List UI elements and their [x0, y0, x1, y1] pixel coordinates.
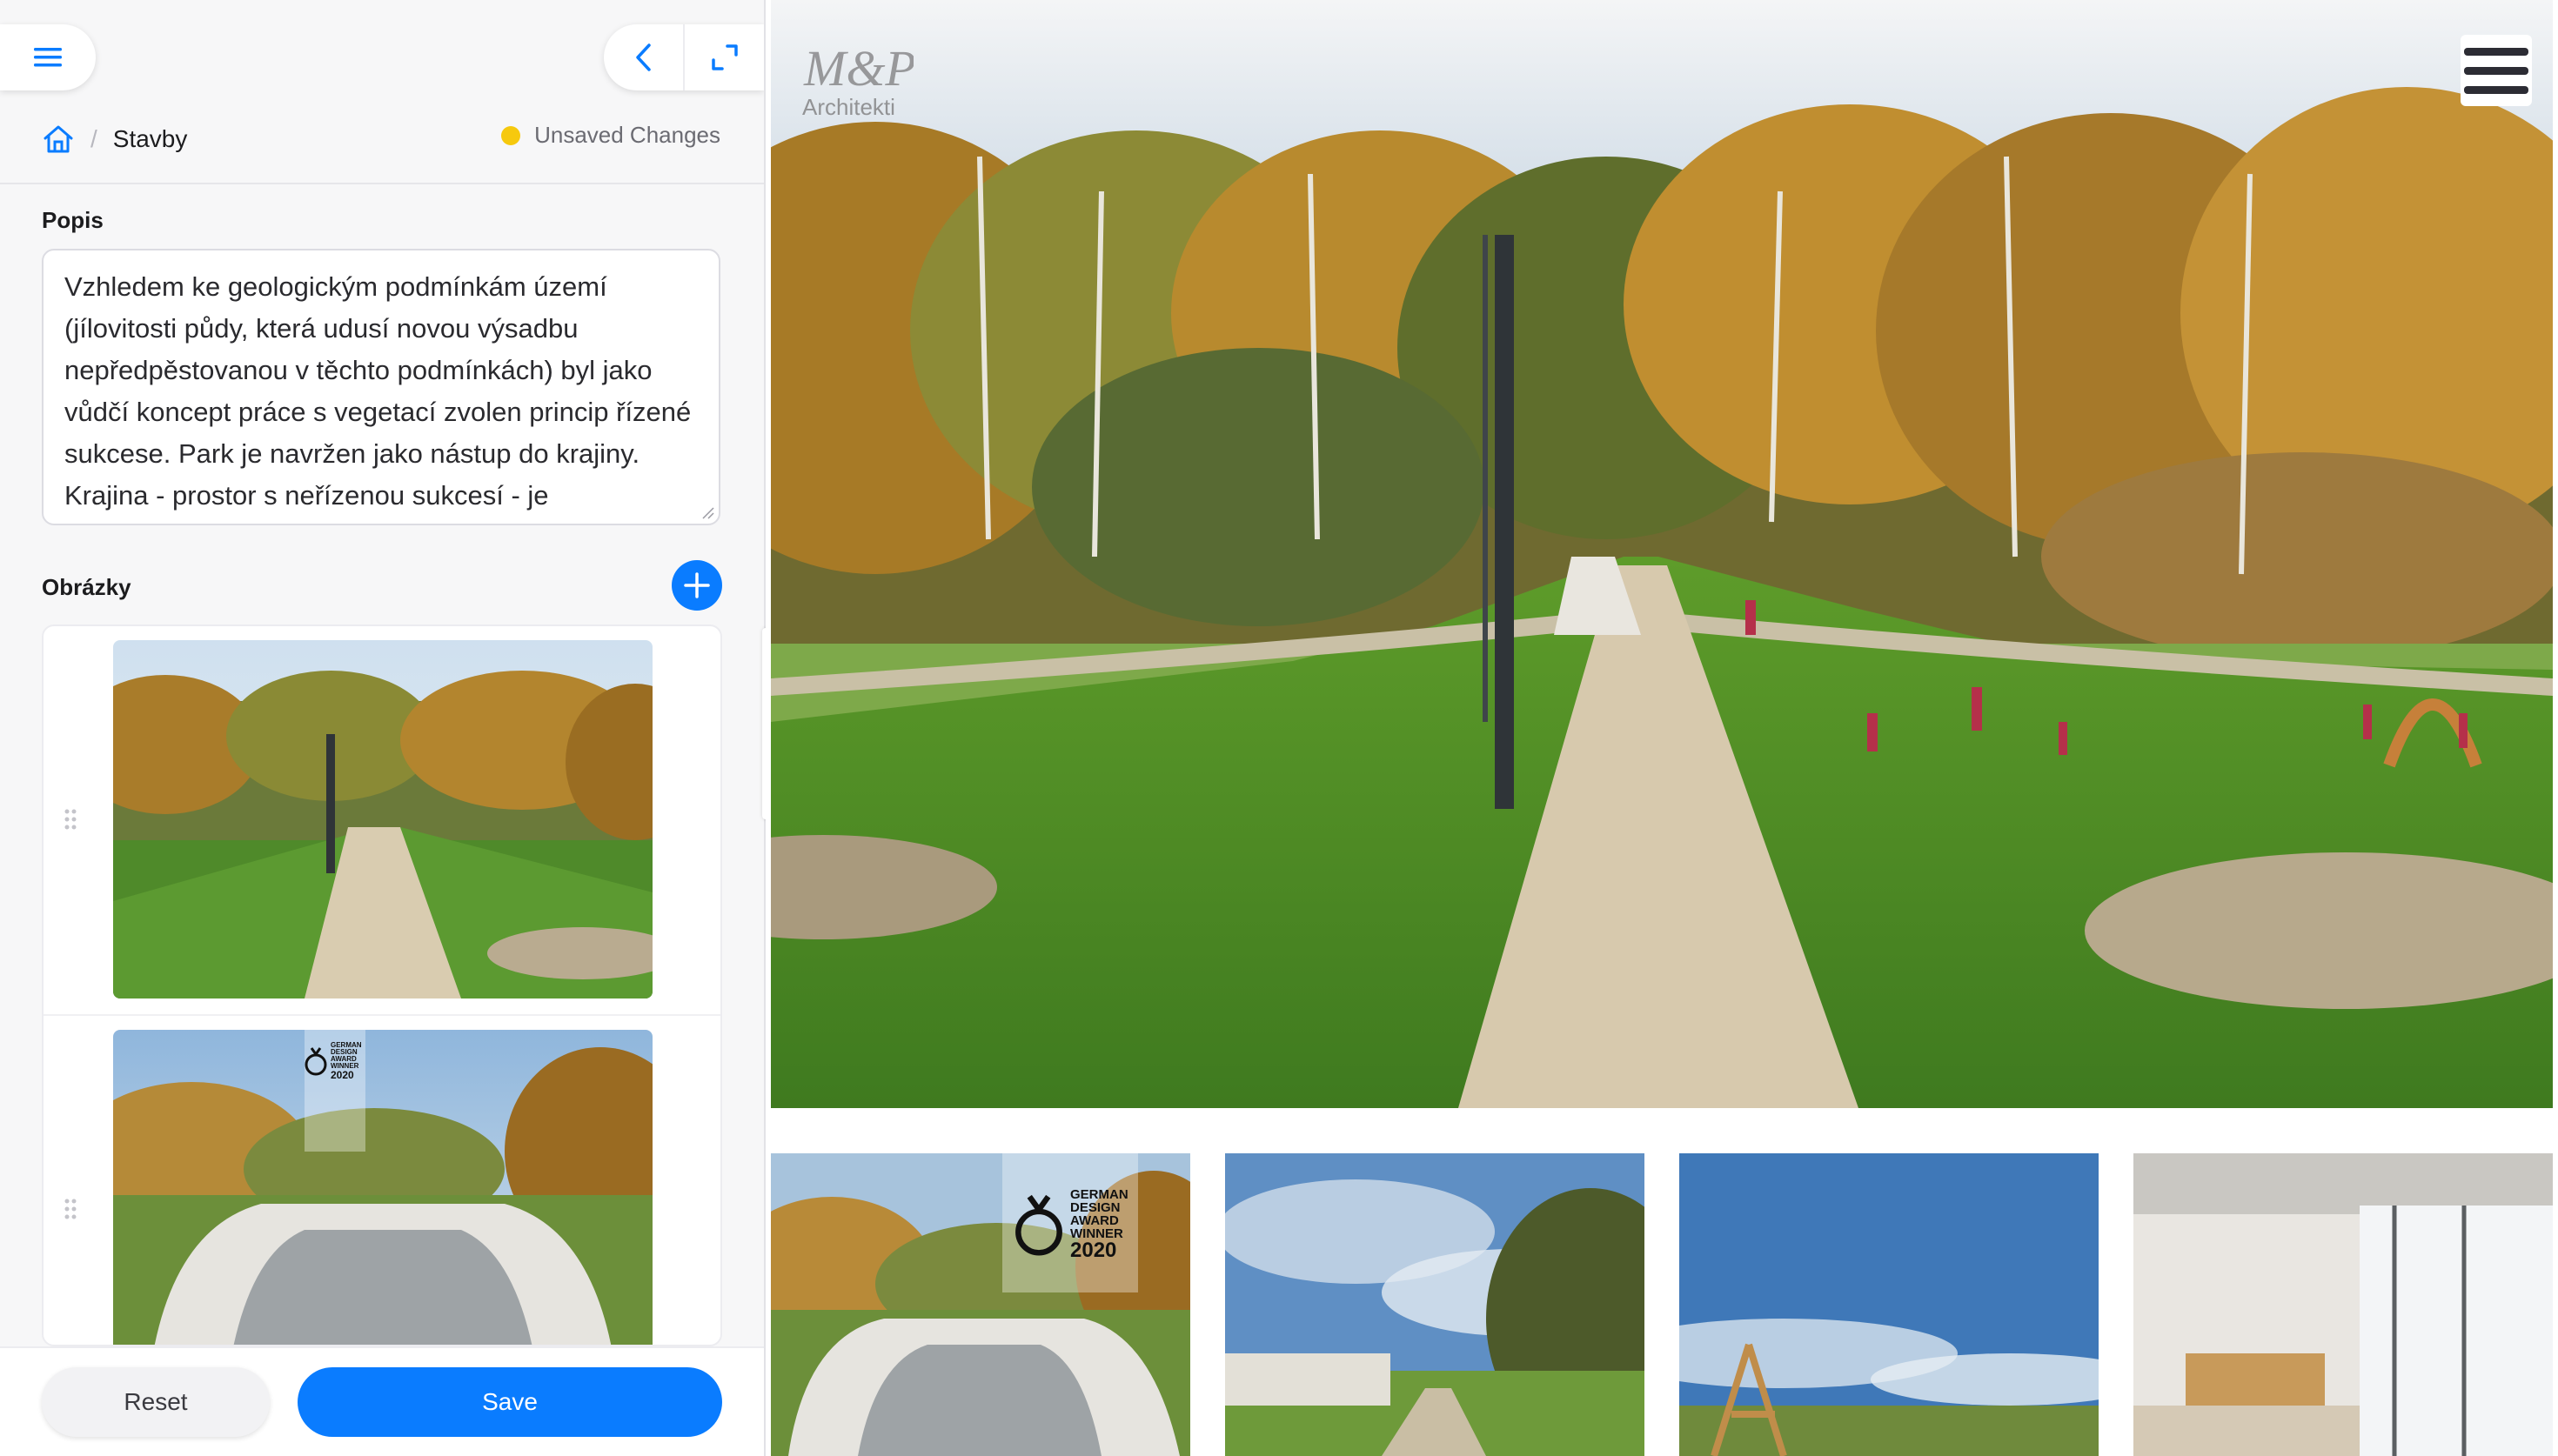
expand-button[interactable] — [683, 24, 764, 90]
resize-grip-icon[interactable] — [701, 506, 715, 520]
unsaved-indicator: Unsaved Changes — [501, 122, 720, 149]
logo-mark: M&P — [803, 40, 914, 97]
plus-icon — [684, 572, 710, 598]
panel-footer: Reset Save — [0, 1346, 764, 1456]
drag-handle-icon[interactable] — [63, 807, 78, 832]
unsaved-label: Unsaved Changes — [534, 122, 720, 148]
hamburger-icon — [2464, 47, 2528, 56]
collapse-panel-button[interactable] — [604, 24, 683, 90]
award-line: AWARD — [1070, 1213, 1119, 1228]
home-icon — [44, 125, 73, 153]
hamburger-bar — [2464, 66, 2528, 75]
site-logo[interactable]: M&P Architekti — [800, 37, 916, 120]
reset-button[interactable]: Reset — [42, 1367, 270, 1437]
image-list: GERMAN DESIGN AWARD WINNER 2020 — [42, 624, 722, 1346]
add-image-button[interactable] — [672, 560, 722, 611]
save-button[interactable]: Save — [298, 1367, 722, 1437]
editor-panel: / Stavby Unsaved Changes Popis Vzhledem … — [0, 0, 766, 1456]
gallery-thumbnail[interactable] — [2133, 1153, 2553, 1456]
award-badge: GERMAN DESIGN AWARD WINNER 2020 — [1014, 1188, 1128, 1261]
award-medal-icon — [305, 1047, 327, 1076]
hamburger-bar — [2464, 85, 2528, 94]
unsaved-dot — [501, 125, 521, 145]
gallery-thumbnail[interactable] — [1225, 1153, 1644, 1456]
image-list-item: GERMAN DESIGN AWARD WINNER 2020 — [44, 1014, 720, 1345]
breadcrumb-current: Stavby — [112, 125, 188, 152]
hamburger-icon — [34, 48, 62, 67]
home-link[interactable] — [42, 124, 75, 155]
award-medal-icon — [1015, 1194, 1062, 1256]
panel-nav-group — [604, 24, 764, 90]
site-preview: M&P Architekti GERMAN DESIGN AWARD WINNE… — [766, 0, 2558, 1456]
hero-image: M&P Architekti — [771, 0, 2553, 1108]
gallery-thumbnail[interactable] — [1679, 1153, 2099, 1456]
images-label: Obrázky — [42, 574, 131, 600]
award-line: 2020 — [1070, 1239, 1117, 1262]
image-list-item — [44, 626, 720, 1012]
divider — [0, 183, 764, 184]
chevron-left-icon — [635, 43, 651, 71]
gallery-thumbnail[interactable]: GERMAN DESIGN AWARD WINNER 2020 — [771, 1153, 1190, 1456]
award-badge: GERMAN DESIGN AWARD WINNER 2020 — [305, 1030, 365, 1092]
image-thumbnail[interactable] — [113, 640, 653, 998]
panel-toolbar — [0, 0, 764, 117]
drag-handle-icon[interactable] — [63, 1197, 78, 1221]
breadcrumb-separator: / — [90, 125, 97, 152]
site-menu-button[interactable] — [2461, 35, 2532, 106]
award-line: 2020 — [331, 1069, 354, 1081]
menu-button[interactable] — [0, 24, 96, 90]
award-line: GERMAN — [1070, 1187, 1128, 1202]
expand-icon — [711, 44, 738, 70]
description-label: Popis — [42, 207, 104, 233]
gallery-row: GERMAN DESIGN AWARD WINNER 2020 — [771, 1153, 2558, 1456]
description-textarea[interactable]: Vzhledem ke geologickým podmínkám území … — [42, 249, 720, 525]
image-thumbnail[interactable]: GERMAN DESIGN AWARD WINNER 2020 — [113, 1030, 653, 1345]
breadcrumb: / Stavby — [42, 118, 187, 160]
description-text: Vzhledem ke geologickým podmínkám území … — [64, 271, 692, 511]
award-line: DESIGN — [1070, 1200, 1121, 1215]
logo-text: Architekti — [802, 94, 895, 120]
